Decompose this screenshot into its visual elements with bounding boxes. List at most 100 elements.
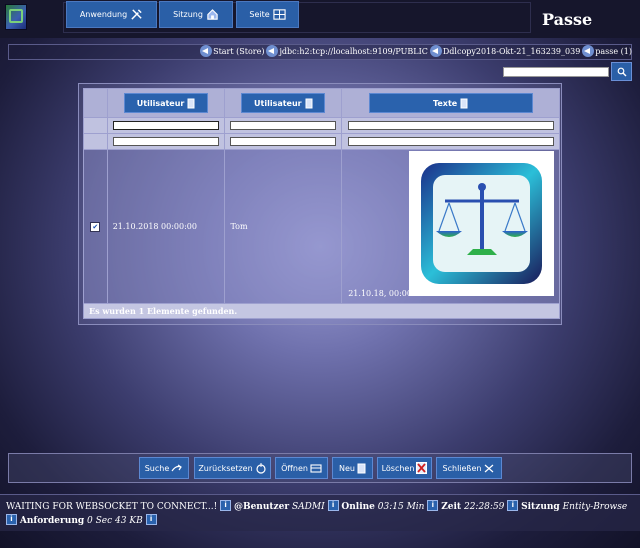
filter-input[interactable] [347,137,554,146]
new-icon [357,463,366,473]
status-text: WAITING FOR WEBSOCKET TO CONNECT...! i @… [6,500,636,528]
reset-button[interactable]: Zurücksetzen [194,457,271,479]
column-label: Utilisateur [254,98,302,108]
back-arrow-icon[interactable] [200,45,213,57]
scales-icon [421,163,542,284]
menu-anwendung[interactable]: Anwendung [66,1,157,28]
status-session-label: Sitzung [521,502,560,512]
tools-icon [131,9,142,20]
column-label: Utilisateur [136,98,185,108]
back-arrow-icon[interactable] [582,45,595,57]
column-header: Utilisateur [106,88,226,118]
row-checkbox[interactable]: ✔ [90,221,101,232]
delete-button[interactable]: Löschen [377,457,432,479]
filter-cell [341,117,560,134]
grid-icon [273,9,286,20]
status-request-value: 0 Sec 43 [87,516,127,526]
results-panel: Utilisateur Utilisateur Texte ✔ 21.10.20… [78,83,562,325]
sort-icon [460,98,468,108]
table-cell: 21.10.18, 00:00 [341,149,560,304]
app-logo[interactable] [5,4,27,30]
home-icon [207,9,218,20]
filter-input[interactable] [347,121,554,130]
table-cell: 21.10.2018 00:00:00 [106,149,226,304]
search-input[interactable] [503,67,609,77]
filter-cell [341,133,560,150]
filter-input[interactable] [230,137,337,146]
search-button[interactable] [611,62,632,81]
action-label: Suche [144,463,170,473]
table-row[interactable]: ✔ 21.10.2018 00:00:00 Tom 21.10.18, 00:0… [83,149,560,304]
status-user-label: @Benutzer [233,502,290,512]
close-icon [485,464,494,472]
info-icon[interactable]: i [507,500,519,511]
sort-icon [187,98,195,108]
menu-seite[interactable]: Seite [236,1,299,28]
breadcrumb-table[interactable]: passe (1) [595,47,632,56]
info-icon[interactable]: i [6,514,17,525]
back-arrow-icon[interactable] [429,45,442,57]
info-icon[interactable]: i [427,500,439,511]
sort-button-utilisateur[interactable]: Utilisateur [124,93,209,113]
filter-cell [106,133,226,150]
search-action-button[interactable]: Suche [139,457,189,479]
cell-date: 21.10.2018 00:00:00 [112,221,197,231]
status-user-value: SADMI [292,502,325,512]
results-table: Utilisateur Utilisateur Texte ✔ 21.10.20… [83,88,560,319]
action-label: Schließen [442,463,482,473]
filter-cell [224,133,343,150]
filter-cell [224,117,343,134]
reset-icon [256,462,266,474]
breadcrumb-connection[interactable]: jdbc:h2:tcp://localhost:9109/PUBLIC [279,47,427,56]
table-footer-row: Es wurden 1 Elemente gefunden. [83,303,560,319]
back-arrow-icon[interactable] [266,45,279,57]
status-time-value: 22:28:59 [463,502,505,512]
table-cell: Tom [224,149,343,304]
filter-input[interactable] [113,137,220,146]
menu-sitzung[interactable]: Sitzung [159,1,233,28]
delete-icon [416,462,428,474]
breadcrumb-start[interactable]: Start (Store) [213,47,264,56]
column-header: Texte [341,88,560,118]
filter-input[interactable] [230,121,337,130]
info-icon[interactable]: i [220,500,232,511]
info-icon[interactable]: i [327,500,339,511]
open-icon [310,463,322,473]
filter-input[interactable] [113,121,220,130]
action-label: Öffnen [281,463,308,473]
status-session-value: Entity-Browse [562,502,628,512]
result-count: Es wurden 1 Elemente gefunden. [89,305,238,316]
column-header: Utilisateur [224,88,343,118]
filter-cell-empty [83,133,108,150]
action-label: Zurücksetzen [198,463,253,473]
status-message: WAITING FOR WEBSOCKET TO CONNECT...! [6,502,218,512]
status-request-label: Anforderung [19,516,85,526]
cell-user: Tom [230,221,248,231]
status-online-label: Online [341,502,375,512]
sort-button-utilisateur-2[interactable]: Utilisateur [241,93,326,113]
row-select-cell: ✔ [83,149,108,304]
page-title: Passe [542,10,593,29]
column-label: Texte [432,98,458,108]
breadcrumb-schema[interactable]: Ddlcopy2018-Okt-21_163239_039 [443,47,580,56]
close-button[interactable]: Schließen [436,457,502,479]
menu-label: Sitzung [173,10,203,19]
info-icon[interactable]: i [145,514,157,525]
select-column-header [83,88,108,118]
action-label: Löschen [381,463,415,473]
arrow-icon [171,464,183,471]
cell-text: 21.10.18, 00:00 [348,289,412,298]
filter-cell-empty [83,117,108,134]
open-button[interactable]: Öffnen [275,457,328,479]
filter-row [83,117,560,134]
search-icon [617,67,626,76]
scales-of-justice-image [409,151,554,296]
status-time-label: Zeit [441,502,462,512]
new-button[interactable]: Neu [332,457,373,479]
breadcrumb: Start (Store) jdbc:h2:tcp://localhost:91… [198,45,632,57]
filter-cell [106,117,226,134]
sort-button-texte[interactable]: Texte [368,93,533,113]
filter-row [83,133,560,150]
status-request-unit: KB [129,516,143,526]
sort-icon [305,98,313,108]
